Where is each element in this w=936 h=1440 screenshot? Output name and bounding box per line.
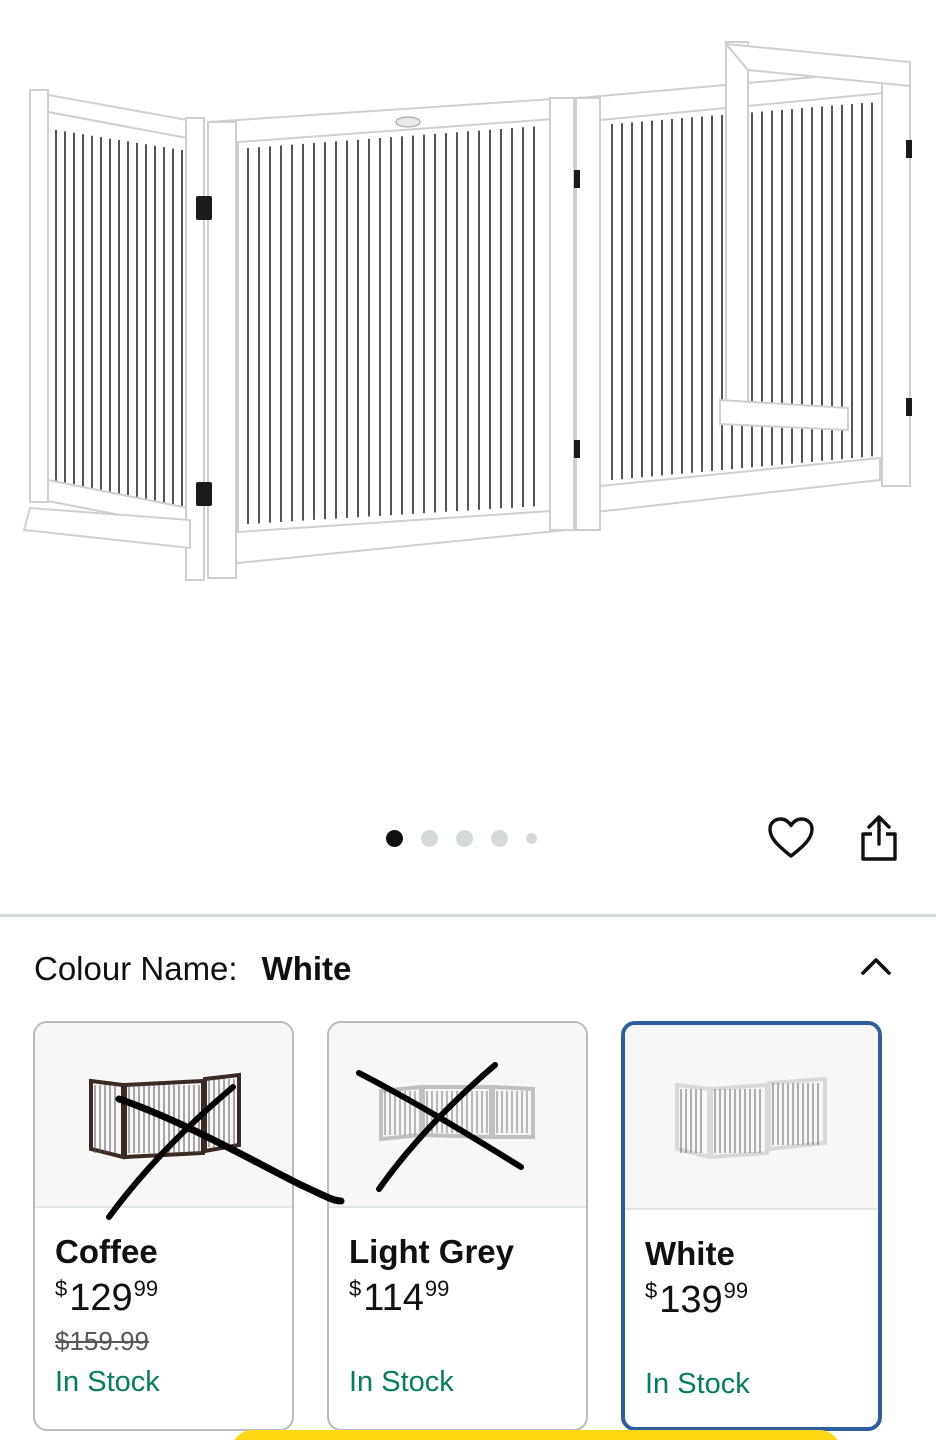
stock-status: In Stock bbox=[349, 1366, 454, 1398]
light-grey-gate-thumbnail bbox=[379, 1084, 535, 1142]
list-price bbox=[349, 1322, 586, 1360]
price-fraction: 99 bbox=[424, 1276, 450, 1301]
stock-status: In Stock bbox=[55, 1366, 160, 1398]
carousel-dot[interactable] bbox=[421, 829, 438, 847]
option-name: White bbox=[645, 1235, 735, 1272]
list-price: $159.99 bbox=[55, 1326, 149, 1356]
price-whole: 129 bbox=[69, 1277, 133, 1319]
price-fraction: 99 bbox=[133, 1276, 159, 1301]
price-whole: 139 bbox=[659, 1279, 723, 1321]
stock-status: In Stock bbox=[645, 1368, 750, 1400]
buy-button-edge[interactable] bbox=[232, 1430, 840, 1440]
share-icon bbox=[861, 815, 897, 861]
carousel-dot[interactable] bbox=[386, 829, 403, 847]
price-currency: $ bbox=[55, 1276, 68, 1301]
variation-option-coffee[interactable]: Coffee $ 129 99 $159.99 In Stock bbox=[33, 1021, 294, 1431]
carousel-dot[interactable] bbox=[456, 829, 473, 847]
add-to-list-button[interactable] bbox=[764, 811, 818, 865]
carousel-dot[interactable] bbox=[526, 832, 537, 844]
option-name: Coffee bbox=[55, 1233, 158, 1270]
image-carousel-dots[interactable] bbox=[386, 826, 555, 850]
price-fraction: 99 bbox=[723, 1278, 749, 1303]
list-price bbox=[645, 1324, 878, 1362]
coffee-gate-thumbnail bbox=[89, 1072, 241, 1160]
variation-selected-value: White bbox=[261, 950, 352, 987]
option-price: $ 129 99 bbox=[55, 1274, 292, 1322]
heart-outline-icon bbox=[768, 817, 814, 858]
option-price: $ 139 99 bbox=[645, 1276, 878, 1324]
variation-option-white[interactable]: White $ 139 99 In Stock bbox=[621, 1021, 882, 1431]
variation-header: Colour Name: White bbox=[34, 944, 904, 994]
white-gate-thumbnail bbox=[675, 1076, 827, 1160]
section-divider bbox=[0, 914, 936, 917]
share-button[interactable] bbox=[852, 811, 906, 865]
price-whole: 114 bbox=[363, 1277, 424, 1319]
option-price: $ 114 99 bbox=[349, 1274, 586, 1322]
variation-label: Colour Name: bbox=[34, 950, 238, 987]
product-image[interactable] bbox=[0, 0, 936, 800]
variation-thumbnail bbox=[625, 1025, 878, 1210]
option-name: Light Grey bbox=[349, 1233, 515, 1270]
variation-option-light-grey[interactable]: Light Grey $ 114 99 In Stock bbox=[327, 1021, 588, 1431]
collapse-variations-button[interactable] bbox=[854, 944, 898, 988]
price-currency: $ bbox=[349, 1276, 362, 1301]
carousel-dot[interactable] bbox=[491, 829, 508, 847]
pet-gate-illustration bbox=[22, 41, 912, 581]
variation-options: Coffee $ 129 99 $159.99 In Stock Light G… bbox=[33, 1021, 913, 1440]
variation-thumbnail bbox=[35, 1023, 292, 1208]
chevron-up-icon bbox=[861, 958, 891, 975]
variation-thumbnail bbox=[329, 1023, 586, 1208]
price-currency: $ bbox=[645, 1278, 658, 1303]
